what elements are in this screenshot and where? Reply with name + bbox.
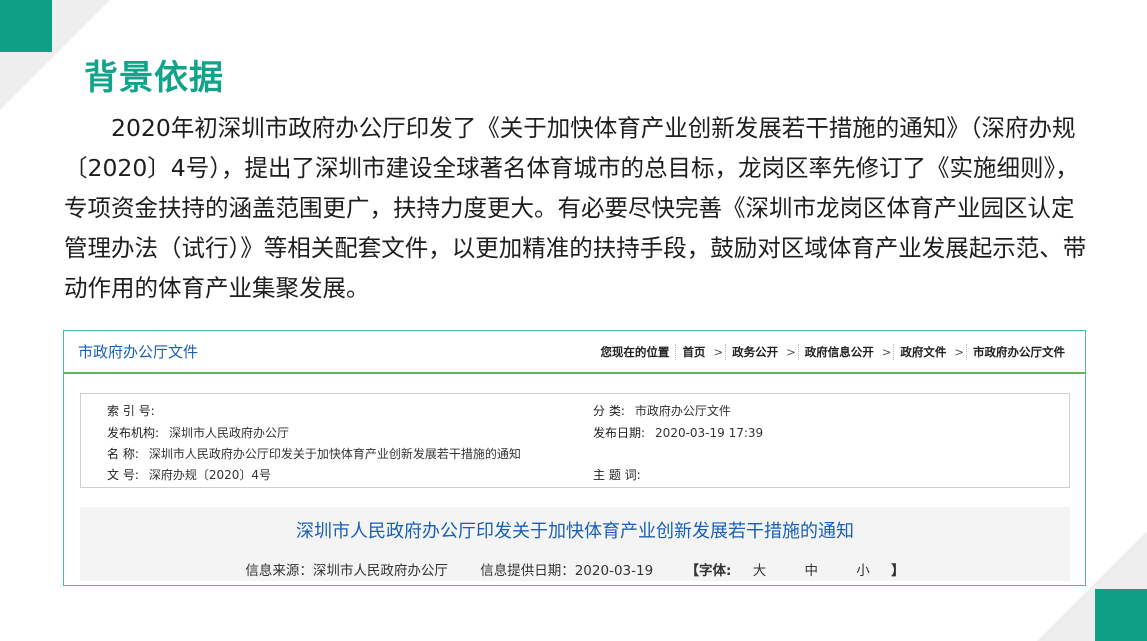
font-size-control: 【字体: 大 中 小 】 bbox=[685, 563, 904, 579]
meta-date-label: 发布日期: bbox=[593, 426, 646, 440]
breadcrumb-separator: > bbox=[954, 344, 964, 359]
breadcrumb-item-office-documents[interactable]: 市政府办公厅文件 bbox=[966, 343, 1071, 360]
font-close-bracket: 】 bbox=[891, 563, 905, 579]
meta-name: 名 称: 深圳市人民政府办公厅印发关于加快体育产业创新发展若干措施的通知 bbox=[107, 445, 521, 462]
breadcrumb-item-government-affairs[interactable]: 政务公开 bbox=[725, 343, 784, 360]
corner-square-bottom-right bbox=[1095, 589, 1147, 641]
meta-docno: 文 号: 深府办规〔2020〕4号 bbox=[107, 466, 271, 483]
document-info: 信息来源：深圳市人民政府办公厅 信息提供日期：2020-03-19 【字体: 大… bbox=[80, 559, 1070, 579]
font-small-button[interactable]: 小 bbox=[853, 563, 873, 579]
breadcrumb-location-label: 您现在的位置 bbox=[600, 344, 670, 359]
font-label: 【字体: bbox=[685, 563, 732, 579]
meta-category-label: 分 类: bbox=[593, 404, 625, 418]
meta-publisher-value: 深圳市人民政府办公厅 bbox=[169, 426, 290, 440]
meta-date: 发布日期: 2020-03-19 17:39 bbox=[593, 424, 763, 441]
breadcrumb-separator: > bbox=[713, 344, 724, 359]
meta-index: 索 引 号: bbox=[107, 402, 165, 419]
breadcrumb: 您现在的位置 首页 > 政务公开 > 政府信息公开 > 政府文件 > 市政府办公… bbox=[600, 343, 1071, 360]
meta-index-label: 索 引 号: bbox=[107, 404, 155, 418]
info-source: 信息来源：深圳市人民政府办公厅 bbox=[245, 563, 448, 579]
breadcrumb-item-info-disclosure[interactable]: 政府信息公开 bbox=[797, 343, 880, 360]
meta-docno-value: 深府办规〔2020〕4号 bbox=[148, 468, 272, 482]
font-large-button[interactable]: 大 bbox=[750, 563, 770, 579]
meta-publisher: 发布机构: 深圳市人民政府办公厅 bbox=[107, 424, 289, 441]
meta-category-value: 市政府办公厅文件 bbox=[634, 404, 731, 418]
meta-name-value: 深圳市人民政府办公厅印发关于加快体育产业创新发展若干措施的通知 bbox=[148, 447, 521, 461]
corner-square-top-left bbox=[0, 0, 52, 52]
document-screenshot: 市政府办公厅文件 您现在的位置 首页 > 政务公开 > 政府信息公开 > 政府文… bbox=[63, 330, 1086, 586]
meta-name-label: 名 称: bbox=[107, 447, 139, 461]
meta-subject-label: 主 题 词: bbox=[593, 468, 641, 482]
document-title-area: 深圳市人民政府办公厅印发关于加快体育产业创新发展若干措施的通知 信息来源：深圳市… bbox=[80, 507, 1070, 581]
background-paragraph: 2020年初深圳市政府办公厅印发了《关于加快体育产业创新发展若干措施的通知》（深… bbox=[64, 114, 1087, 302]
document-title: 深圳市人民政府办公厅印发关于加快体育产业创新发展若干措施的通知 bbox=[296, 521, 854, 542]
section-title[interactable]: 市政府办公厅文件 bbox=[78, 341, 198, 362]
breadcrumb-item-home[interactable]: 首页 bbox=[675, 343, 711, 360]
breadcrumb-separator: > bbox=[881, 344, 892, 359]
meta-subject: 主 题 词: bbox=[593, 466, 651, 483]
font-medium-button[interactable]: 中 bbox=[801, 563, 821, 579]
document-header: 市政府办公厅文件 您现在的位置 首页 > 政务公开 > 政府信息公开 > 政府文… bbox=[64, 331, 1085, 374]
meta-publisher-label: 发布机构: bbox=[107, 426, 160, 440]
info-provide-date: 信息提供日期：2020-03-19 bbox=[480, 563, 654, 579]
meta-date-value: 2020-03-19 17:39 bbox=[655, 426, 764, 440]
slide-title: 背景依据 bbox=[84, 58, 224, 98]
meta-category: 分 类: 市政府办公厅文件 bbox=[593, 402, 731, 419]
document-meta-box: 索 引 号: 分 类: 市政府办公厅文件 发布机构: 深圳市人民政府办公厅 发布日期… bbox=[80, 393, 1070, 488]
breadcrumb-separator: > bbox=[786, 344, 796, 359]
breadcrumb-item-government-documents[interactable]: 政府文件 bbox=[893, 343, 952, 360]
meta-docno-label: 文 号: bbox=[107, 468, 139, 482]
